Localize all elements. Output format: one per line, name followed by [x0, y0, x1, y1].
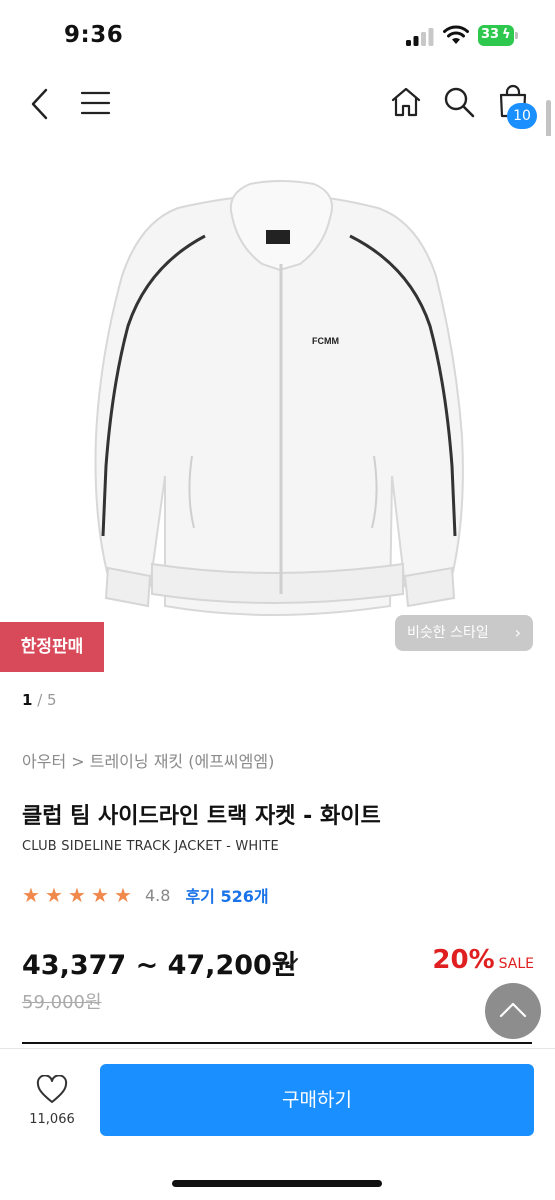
jacket-illustration: FCMM: [94, 180, 464, 616]
discount-badge: 20% SALE: [432, 945, 534, 975]
star-icon: ★: [22, 883, 40, 907]
chevron-right-icon: ›: [514, 623, 521, 642]
original-price: 59,000원: [22, 992, 102, 1013]
star-rating: ★ ★ ★ ★ ★: [22, 885, 137, 905]
search-icon[interactable]: [443, 86, 475, 118]
rating-value: 4.8: [145, 885, 171, 905]
sale-label: SALE: [498, 956, 534, 972]
chevron-left-icon[interactable]: [30, 88, 50, 120]
product-title-english: CLUB SIDELINE TRACK JACKET - WHITE: [22, 839, 279, 854]
heart-icon[interactable]: [36, 1075, 68, 1105]
discount-percent: 20%: [432, 945, 495, 975]
battery-level: 33: [481, 27, 500, 42]
status-bar: 9:36 33 ϟ: [0, 0, 555, 70]
charging-bolt-icon: ϟ: [502, 27, 511, 42]
rating-row: ★ ★ ★ ★ ★ 4.8 후기 526개: [22, 882, 269, 908]
category-breadcrumb[interactable]: 아우터 > 트레이닝 재킷 (에프씨엠엠): [22, 748, 274, 772]
status-time: 9:36: [64, 22, 124, 48]
hamburger-icon[interactable]: [81, 91, 110, 115]
image-pager: 1 / 5: [22, 691, 57, 709]
review-link[interactable]: 후기 526개: [185, 883, 268, 907]
star-icon: ★: [114, 885, 137, 905]
scroll-top-button[interactable]: [485, 983, 541, 1039]
similar-style-button[interactable]: 비슷한 스타일 ›: [395, 615, 533, 651]
battery-indicator: 33 ϟ: [478, 25, 518, 46]
home-indicator: [172, 1180, 382, 1187]
similar-style-label: 비슷한 스타일: [407, 625, 489, 641]
like-count: 11,066: [29, 1112, 75, 1127]
pager-current: 1: [22, 691, 33, 709]
star-icon: ★: [45, 883, 63, 907]
top-nav: [0, 70, 555, 136]
product-image[interactable]: FCMM: [0, 136, 555, 684]
chevron-up-icon: [499, 1002, 527, 1018]
battery-cap: [515, 32, 518, 39]
home-icon[interactable]: [390, 86, 422, 118]
star-icon: ★: [91, 883, 109, 907]
star-icon: ★: [68, 883, 86, 907]
signal-icon: [406, 28, 434, 46]
cart-count-badge[interactable]: 10: [507, 103, 537, 129]
product-title: 클럽 팀 사이드라인 트랙 자켓 - 화이트: [22, 804, 381, 829]
pager-total: / 5: [37, 691, 57, 709]
limited-sale-badge: 한정판매: [0, 622, 104, 672]
price-range: 43,377 ~ 47,200원: [22, 950, 297, 981]
chest-logo: FCMM: [312, 336, 339, 346]
section-divider: [22, 1042, 532, 1044]
buy-button[interactable]: 구매하기: [100, 1064, 534, 1136]
wifi-icon: [443, 25, 469, 44]
chevron-down-icon[interactable]: [279, 956, 299, 970]
